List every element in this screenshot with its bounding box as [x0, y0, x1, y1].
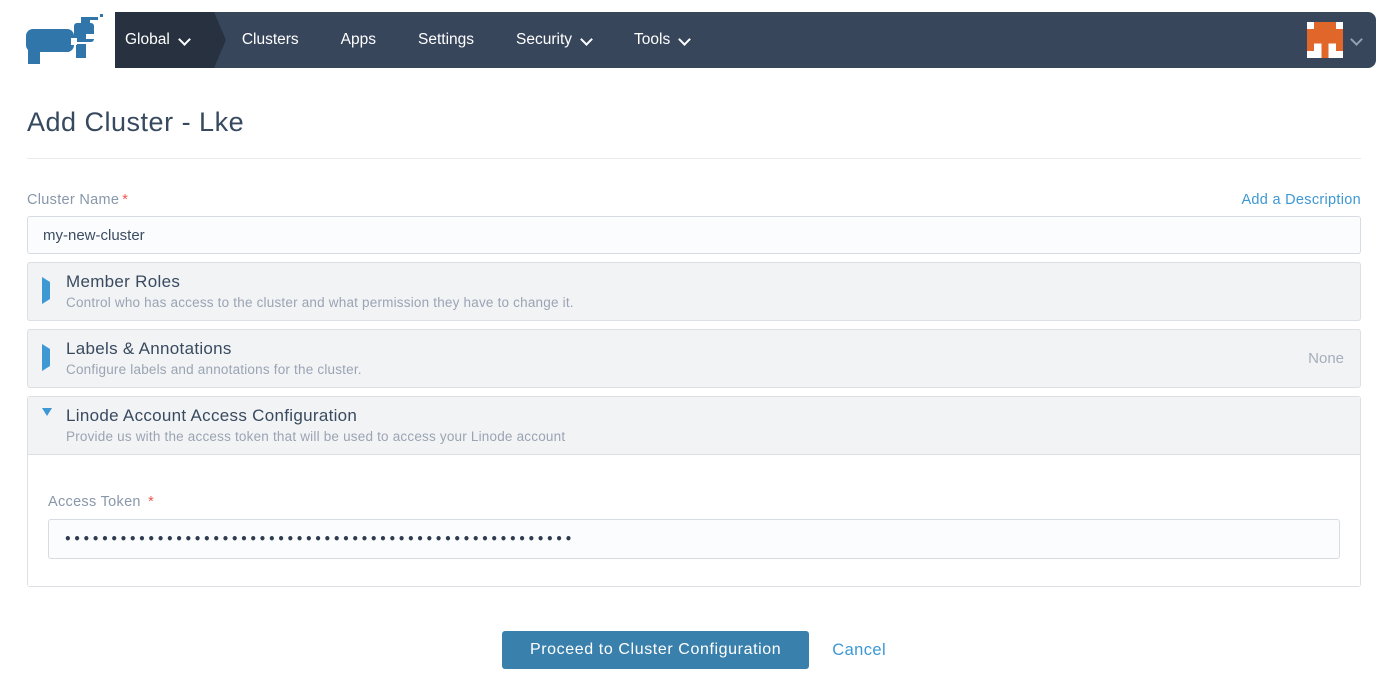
- top-navbar: Global Clusters Apps Settings Security T…: [115, 12, 1376, 68]
- chevron-down-icon: [179, 33, 190, 44]
- main-content: Add Cluster - Lke Cluster Name * Add a De…: [0, 107, 1388, 669]
- cancel-link[interactable]: Cancel: [832, 641, 886, 660]
- label-text: Cluster Name: [27, 192, 120, 208]
- nav-item-label: Global: [125, 31, 170, 48]
- cluster-name-label: Cluster Name *: [27, 192, 128, 208]
- required-marker: *: [122, 192, 129, 208]
- nav-item-label: Apps: [340, 31, 377, 48]
- accordion-subtitle: Control who has access to the cluster an…: [66, 295, 574, 310]
- nav-item-label: Security: [516, 31, 573, 48]
- user-avatar: [1307, 22, 1343, 58]
- chevron-down-icon: [1351, 33, 1362, 44]
- accordion-subtitle: Provide us with the access token that wi…: [66, 429, 566, 444]
- chevron-down-icon: [581, 33, 592, 44]
- chevron-down-icon: [679, 33, 690, 44]
- accordion-value: None: [1308, 349, 1344, 367]
- user-menu[interactable]: [1307, 12, 1376, 68]
- section-linode-access: Linode Account Access Configuration Prov…: [27, 396, 1361, 587]
- cluster-name-input[interactable]: [27, 216, 1361, 254]
- nav-item-settings[interactable]: Settings: [397, 12, 495, 68]
- accordion-labels-annotations[interactable]: Labels & Annotations Configure labels an…: [27, 329, 1361, 388]
- nav-item-label: Settings: [418, 31, 475, 48]
- expand-caret-icon: [42, 344, 58, 371]
- nav-item-label: Tools: [634, 31, 671, 48]
- accordion-linode-access[interactable]: Linode Account Access Configuration Prov…: [28, 397, 1360, 455]
- nav-item-security[interactable]: Security: [495, 12, 613, 68]
- expand-caret-icon: [42, 277, 58, 304]
- accordion-title: Member Roles: [66, 272, 181, 291]
- nav-item-global[interactable]: Global: [115, 12, 226, 68]
- nav-item-label: Clusters: [241, 31, 299, 48]
- nav-item-apps[interactable]: Apps: [320, 12, 397, 68]
- accordion-member-roles[interactable]: Member Roles Control who has access to t…: [27, 262, 1361, 321]
- linode-access-body: Access Token *: [28, 455, 1360, 586]
- accordion-title: Linode Account Access Configuration: [66, 406, 358, 425]
- page-title: Add Cluster - Lke: [27, 107, 245, 137]
- title-divider: [27, 158, 1361, 159]
- nav-item-clusters[interactable]: Clusters: [214, 12, 320, 68]
- access-token-input[interactable]: [48, 519, 1340, 559]
- rancher-logo[interactable]: [24, 14, 106, 66]
- proceed-button[interactable]: Proceed to Cluster Configuration: [501, 631, 810, 669]
- form-actions: Proceed to Cluster Configuration Cancel: [27, 631, 1361, 669]
- add-description-link[interactable]: Add a Description: [1241, 192, 1361, 208]
- collapse-caret-icon: [42, 408, 58, 434]
- required-marker: *: [148, 494, 155, 510]
- accordion-subtitle: Configure labels and annotations for the…: [66, 362, 362, 377]
- nav-item-tools[interactable]: Tools: [613, 12, 711, 68]
- app-header: Global Clusters Apps Settings Security T…: [0, 0, 1388, 80]
- access-token-label: Access Token *: [48, 494, 154, 510]
- label-text: Access Token: [48, 494, 141, 510]
- accordion-title: Labels & Annotations: [66, 339, 232, 358]
